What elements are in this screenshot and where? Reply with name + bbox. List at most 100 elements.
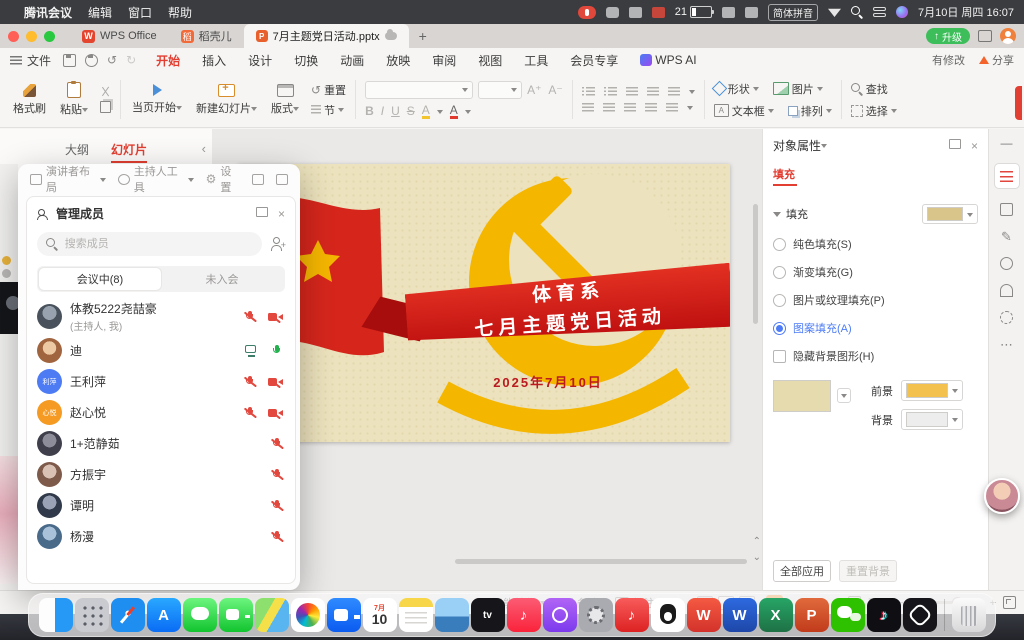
horizontal-scrollbar[interactable] <box>455 559 747 564</box>
arrange-button[interactable]: 排列 <box>788 103 832 119</box>
line-spacing-icon[interactable] <box>668 87 680 97</box>
host-tools-button[interactable]: 主持人工具 <box>118 163 194 195</box>
dock-maps-icon[interactable] <box>255 598 289 632</box>
menubar-app-name[interactable]: 腾讯会议 <box>24 4 72 21</box>
dock-settings-icon[interactable] <box>579 598 613 632</box>
mic-muted-icon[interactable] <box>271 499 283 513</box>
textbox-button[interactable]: A文本框 <box>714 103 774 119</box>
grid-view-icon[interactable] <box>276 174 288 185</box>
output-icon[interactable] <box>85 54 98 67</box>
columns-icon[interactable] <box>666 103 678 113</box>
pin-panel-icon[interactable] <box>949 139 961 149</box>
tab-document[interactable]: P 7月主题党日活动.pptx <box>244 24 409 48</box>
modified-status[interactable]: 有修改 <box>932 52 965 68</box>
spotlight-icon[interactable] <box>851 6 863 18</box>
dock-facetime-icon[interactable] <box>219 598 253 632</box>
redo-icon[interactable]: ↻ <box>126 53 136 67</box>
mic-muted-icon[interactable] <box>271 530 283 544</box>
file-menu[interactable]: 文件 <box>10 52 51 69</box>
outdent-icon[interactable] <box>626 87 638 97</box>
battery-indicator[interactable]: 21 <box>675 6 712 18</box>
ribbon-tab-insert[interactable]: 插入 <box>202 52 226 69</box>
pattern-dropdown[interactable] <box>837 388 851 403</box>
ribbon-tab-member[interactable]: 会员专享 <box>570 52 618 69</box>
vertical-scrollbar[interactable] <box>753 204 758 324</box>
underline-button[interactable]: U <box>391 104 400 118</box>
section-button[interactable]: 节 <box>311 102 346 118</box>
expand-icon[interactable] <box>252 174 264 185</box>
font-size-select[interactable] <box>478 81 522 99</box>
mic-muted-icon[interactable] <box>271 468 283 482</box>
increase-font-icon[interactable]: A⁺ <box>527 83 541 97</box>
foreground-color-dropdown[interactable] <box>901 380 963 401</box>
pane-animation-icon[interactable] <box>1000 257 1013 270</box>
mic-on-icon[interactable] <box>271 344 283 358</box>
option-solid-fill[interactable]: 纯色填充(S) <box>773 236 978 252</box>
fill-color-dropdown[interactable] <box>922 204 978 224</box>
play-from-current-button[interactable]: 当页开始 <box>125 75 189 124</box>
collapse-sidebar-icon[interactable]: — <box>1001 137 1013 149</box>
next-slide-button[interactable]: ⌄ <box>753 553 761 563</box>
bluetooth-icon[interactable] <box>722 7 735 18</box>
input-method-indicator[interactable]: 简体拼音 <box>768 4 818 21</box>
mic-active-indicator[interactable] <box>578 6 596 19</box>
select-button[interactable]: 选择 <box>851 103 897 119</box>
red-packet-icon[interactable] <box>652 7 665 18</box>
member-row[interactable]: 杨漫 <box>37 521 285 552</box>
camera-status-icon[interactable] <box>606 7 619 18</box>
align-left-icon[interactable] <box>582 103 594 113</box>
undo-icon[interactable]: ↺ <box>107 53 117 67</box>
upgrade-button[interactable]: ↑升级 <box>926 28 970 44</box>
mic-muted-icon[interactable] <box>244 310 256 324</box>
dock-word-icon[interactable]: W <box>723 598 757 632</box>
new-tab-button[interactable]: + <box>419 28 427 44</box>
save-icon[interactable] <box>63 54 76 67</box>
settings-button[interactable]: ⚙设置 <box>206 163 240 195</box>
dock-appstore-icon[interactable]: A <box>147 598 181 632</box>
slide-date-text[interactable]: 2025年7月10日 <box>418 372 678 391</box>
cut-icon[interactable] <box>100 86 111 97</box>
paste-button[interactable]: 粘贴 <box>53 75 95 124</box>
italic-button[interactable]: I <box>381 104 384 118</box>
background-color-dropdown[interactable] <box>901 409 963 430</box>
numbered-list-icon[interactable] <box>604 87 617 97</box>
ribbon-tab-transition[interactable]: 切换 <box>294 52 318 69</box>
dock-wechat-icon[interactable] <box>831 598 865 632</box>
dock-wps-icon[interactable]: W <box>687 598 721 632</box>
collapse-panel-button[interactable]: ‹ <box>202 141 206 156</box>
pane-edit-icon[interactable]: ✎ <box>1001 230 1012 243</box>
expand-section-icon[interactable] <box>773 212 781 221</box>
outline-tab[interactable]: 大纲 <box>65 141 89 158</box>
menubar-menu-edit[interactable]: 编辑 <box>88 4 112 21</box>
dock-calendar-icon[interactable]: 7月 10 <box>363 598 397 632</box>
fill-tab[interactable]: 填充 <box>773 166 797 182</box>
indent-icon[interactable] <box>647 87 659 97</box>
pane-history-icon[interactable] <box>1000 311 1013 324</box>
ribbon-tab-tools[interactable]: 工具 <box>524 52 548 69</box>
align-right-icon[interactable] <box>624 103 636 113</box>
bullet-list-icon[interactable] <box>582 87 595 97</box>
dock-tencent-meeting-icon[interactable] <box>327 598 361 632</box>
close-members-icon[interactable]: × <box>278 207 285 221</box>
control-center-icon[interactable] <box>873 7 886 17</box>
member-row[interactable]: 谭明 <box>37 490 285 521</box>
previous-slide-button[interactable]: ⌃ <box>753 537 761 547</box>
dock-preview-icon[interactable] <box>435 598 469 632</box>
strikethrough-button[interactable]: S <box>407 104 415 118</box>
member-row[interactable]: 体教5222尧喆豪 (主持人, 我) <box>37 298 285 335</box>
dock-music-icon[interactable]: ♪ <box>507 598 541 632</box>
mic-muted-icon[interactable] <box>244 375 256 389</box>
menubar-datetime[interactable]: 7月10日 周四 16:07 <box>918 4 1014 20</box>
object-properties-icon[interactable] <box>994 163 1020 189</box>
slide[interactable]: 体育系 七月主题党日活动 2025年7月10日 <box>238 164 730 442</box>
collapsed-pane-handle[interactable] <box>1015 86 1022 120</box>
ribbon-tab-slideshow[interactable]: 放映 <box>386 52 410 69</box>
minimize-window-button[interactable] <box>26 31 37 42</box>
ribbon-tab-review[interactable]: 审阅 <box>432 52 456 69</box>
member-row[interactable]: 利萍 王利萍 <box>37 366 285 397</box>
ribbon-tab-home[interactable]: 开始 <box>156 52 180 69</box>
camera-off-icon[interactable] <box>268 311 283 323</box>
share-button[interactable]: 分享 <box>979 52 1014 68</box>
pane-transition-icon[interactable] <box>1000 284 1013 297</box>
mic-muted-icon[interactable] <box>244 406 256 420</box>
